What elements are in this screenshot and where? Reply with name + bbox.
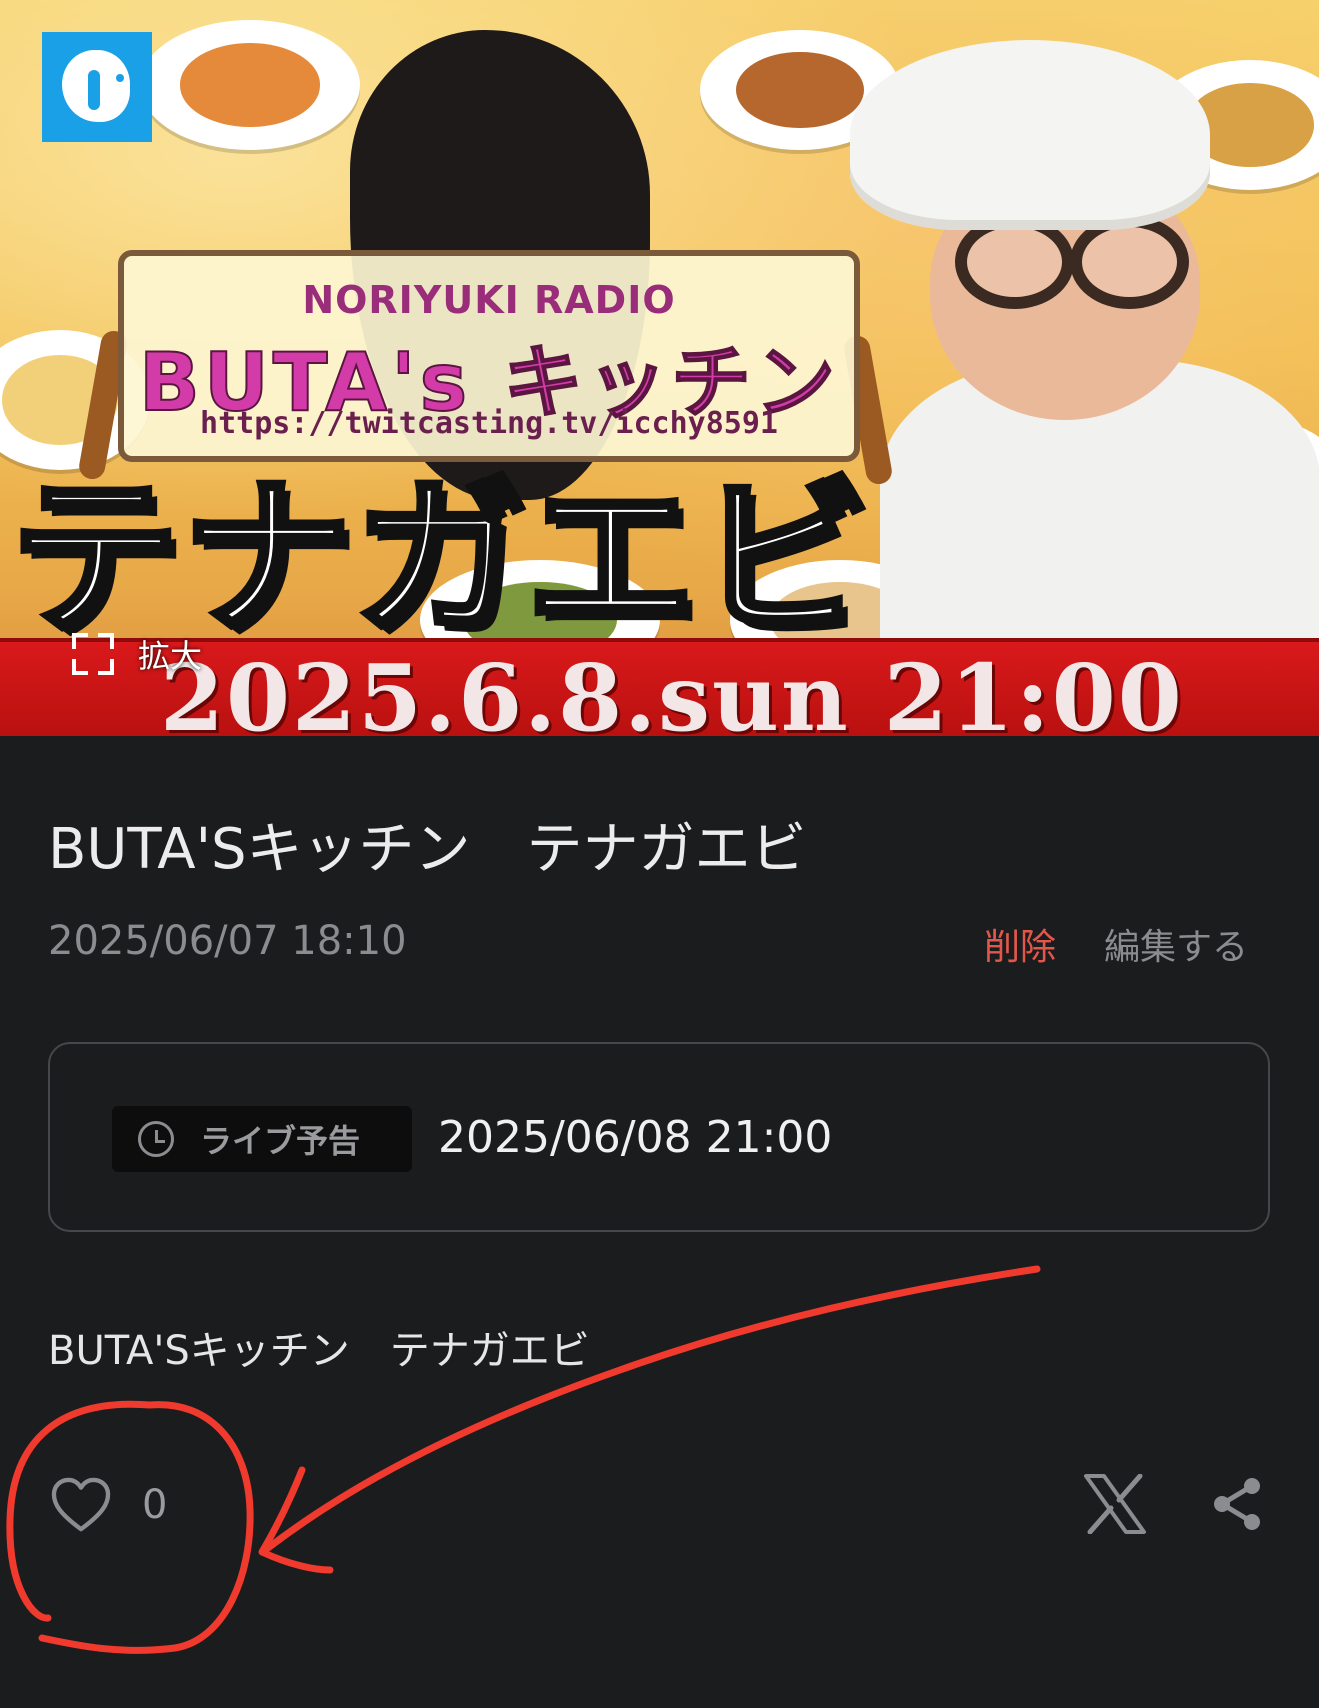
heart-icon xyxy=(51,1477,111,1532)
live-notice-badge: ライブ予告 xyxy=(112,1106,412,1172)
delete-button[interactable]: 削除 xyxy=(984,918,1056,970)
chef-hat xyxy=(850,40,1210,230)
zoom-button[interactable]: 拡大 xyxy=(72,632,202,676)
share-button[interactable] xyxy=(1210,1474,1264,1534)
zoom-label: 拡大 xyxy=(138,637,203,675)
live-notice-card: ライブ予告 2025/06/08 21:00 xyxy=(48,1042,1270,1232)
edit-button[interactable]: 編集する xyxy=(1104,918,1248,970)
share-to-x-button[interactable] xyxy=(1082,1473,1148,1535)
like-count: 0 xyxy=(142,1482,168,1528)
sign-radio-name: NORIYUKI RADIO xyxy=(302,278,676,322)
banner-episode-title: テナガエビ xyxy=(7,457,871,661)
clock-icon xyxy=(138,1121,174,1157)
live-notice-label: ライブ予告 xyxy=(200,1122,361,1160)
post-title: BUTA'Sキッチン テナガエビ xyxy=(48,817,807,882)
live-notice-datetime: 2025/06/08 21:00 xyxy=(438,1112,833,1163)
annotation-arrow-line xyxy=(264,1265,1041,1552)
twitcasting-logo-icon xyxy=(42,32,152,142)
post-timestamp: 2025/06/07 18:10 xyxy=(48,918,407,964)
like-button[interactable]: 0 xyxy=(50,1470,167,1540)
expand-icon xyxy=(72,633,114,675)
post-description: BUTA'Sキッチン テナガエビ xyxy=(48,1328,590,1374)
banner-date-text: 2025.6.8.sun 21:00 xyxy=(160,644,1184,736)
post-page: NORIYUKI RADIO BUTA's キッチン https://twitc… xyxy=(0,0,1319,1708)
x-logo-icon xyxy=(1084,1473,1146,1535)
share-icon xyxy=(1214,1478,1260,1530)
post-banner-image[interactable]: NORIYUKI RADIO BUTA's キッチン https://twitc… xyxy=(0,0,1319,736)
annotation-arrow-head xyxy=(258,1466,334,1574)
food-dish xyxy=(140,20,360,150)
